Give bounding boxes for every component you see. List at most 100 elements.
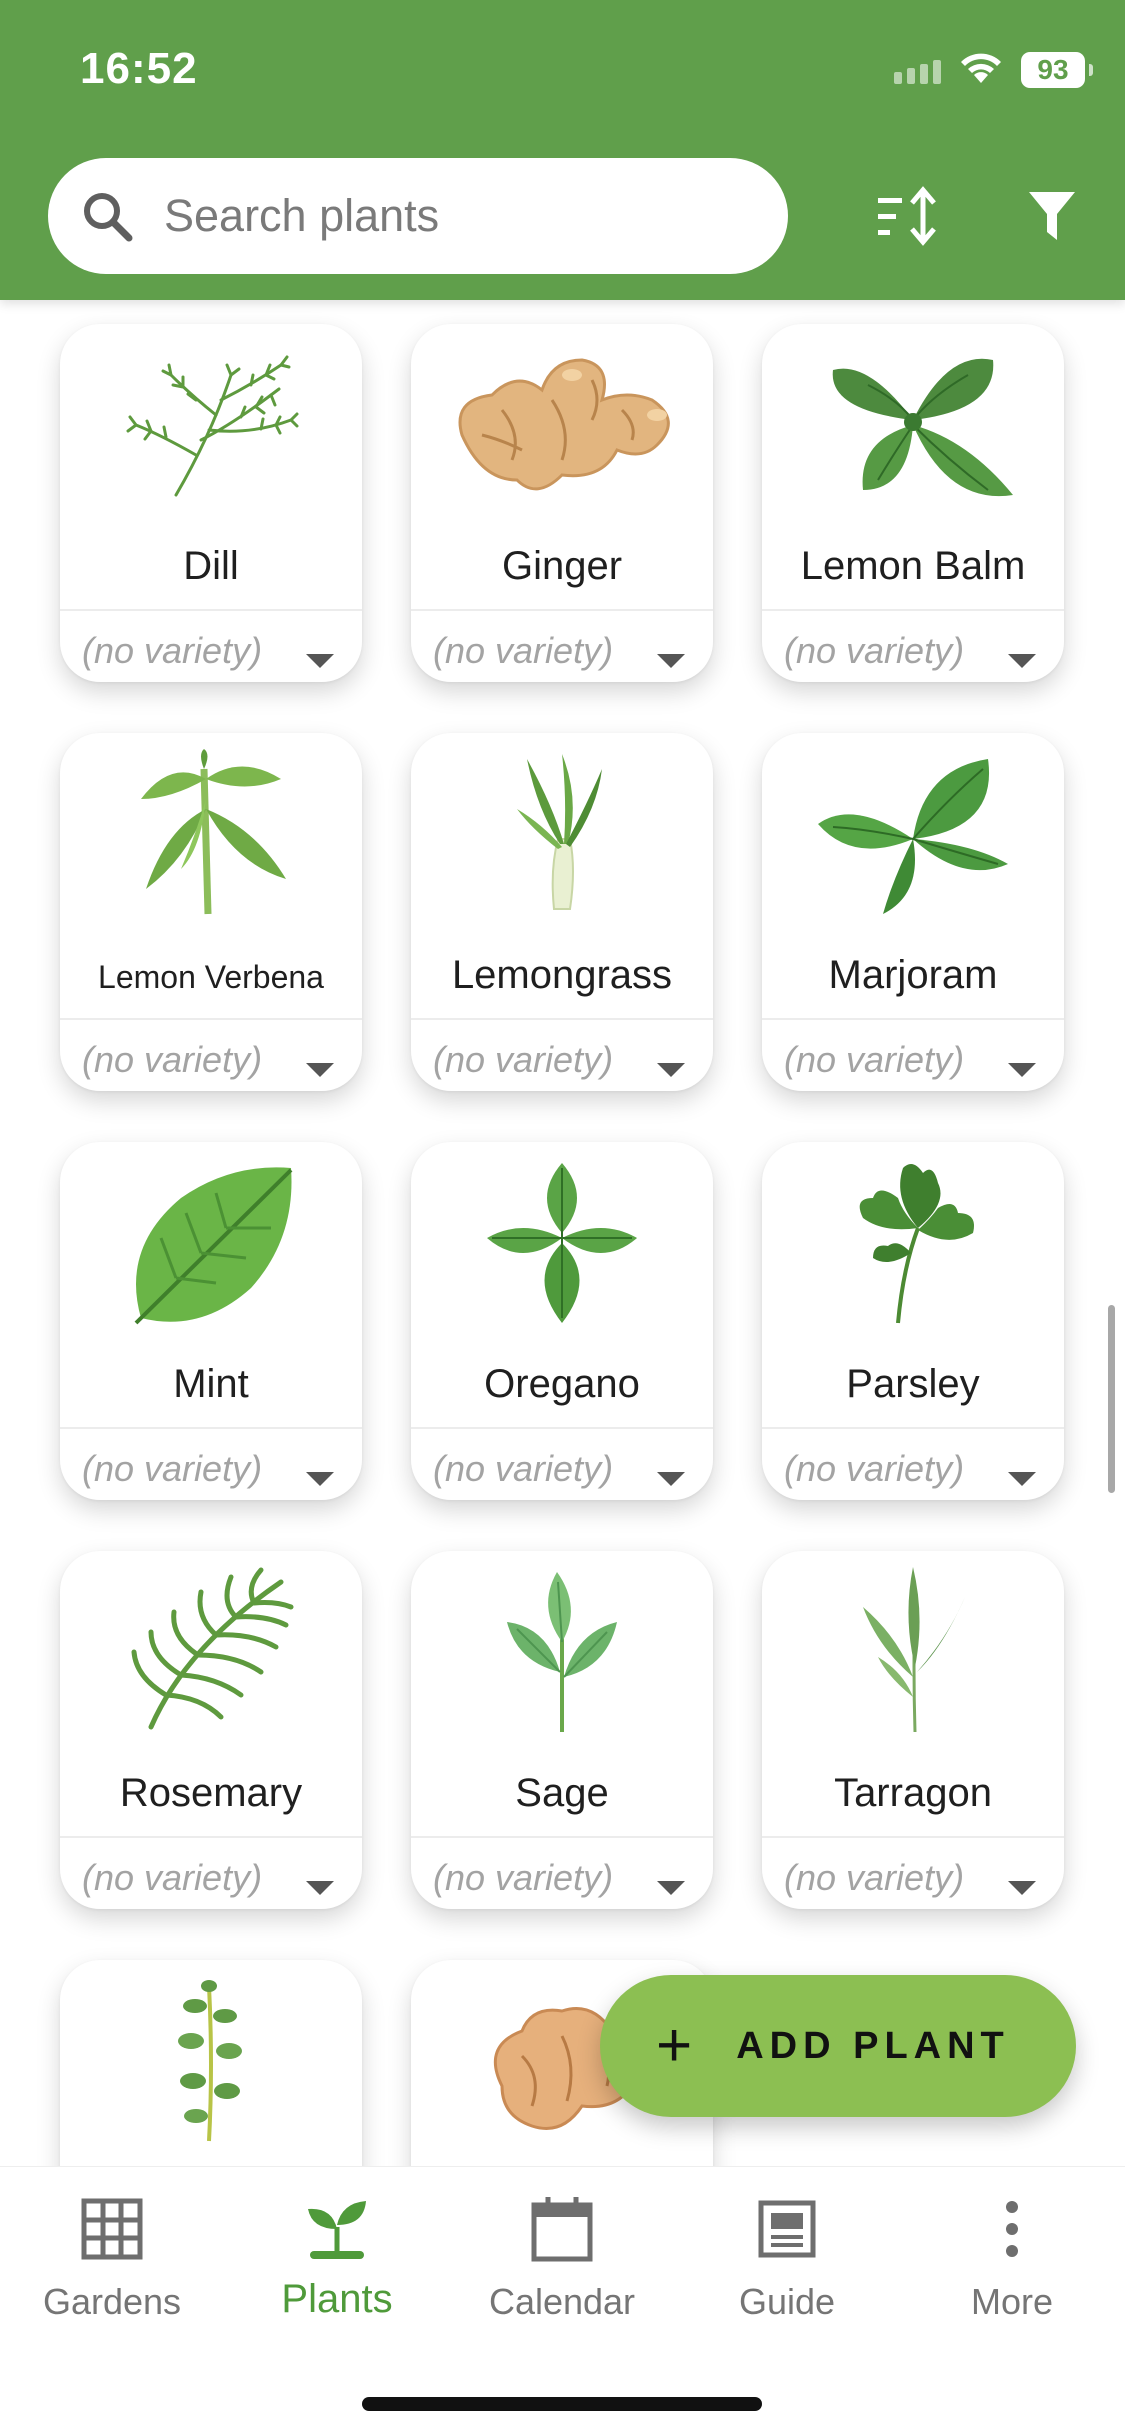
sort-button[interactable]: [862, 170, 954, 262]
nav-label: Calendar: [488, 2281, 636, 2322]
variety-select[interactable]: (no variety): [82, 1039, 262, 1081]
add-plant-label: ADD PLANT: [736, 2024, 1010, 2067]
lemon-balm-icon: [762, 336, 1064, 514]
dropdown-caret-icon[interactable]: [657, 1881, 685, 1895]
search-input[interactable]: [164, 190, 724, 242]
filter-icon: [1029, 192, 1075, 240]
marjoram-icon: [762, 745, 1064, 923]
scrollbar[interactable]: [1108, 1305, 1115, 1493]
divider: [411, 1427, 713, 1429]
dill-icon: [60, 336, 362, 514]
plant-name: Marjoram: [828, 953, 998, 997]
divider: [762, 1836, 1064, 1838]
search-bar[interactable]: [48, 158, 788, 274]
divider: [762, 1427, 1064, 1429]
dropdown-caret-icon[interactable]: [306, 1063, 334, 1077]
nav-label: Gardens: [42, 2281, 182, 2322]
dropdown-caret-icon[interactable]: [306, 1881, 334, 1895]
divider: [60, 1427, 362, 1429]
variety-select[interactable]: (no variety): [82, 630, 262, 672]
battery-icon: 93: [1021, 52, 1093, 88]
plant-name: Sage: [515, 1771, 609, 1815]
plant-card-rosemary[interactable]: Rosemary (no variety): [60, 1551, 362, 1909]
plant-card-thyme[interactable]: [60, 1960, 362, 2166]
home-indicator[interactable]: [362, 2397, 762, 2411]
mint-icon: [60, 1154, 362, 1332]
plant-card-tarragon[interactable]: Tarragon (no variety): [762, 1551, 1064, 1909]
plant-name: Mint: [173, 1362, 249, 1406]
divider: [411, 1018, 713, 1020]
plant-card-lemongrass[interactable]: Lemongrass (no variety): [411, 733, 713, 1091]
nav-gardens[interactable]: Gardens: [12, 2189, 212, 2323]
plant-name: Lemon Balm: [800, 544, 1026, 588]
guide-icon: [758, 2200, 816, 2258]
variety-select[interactable]: (no variety): [82, 1857, 262, 1899]
thyme-icon: [60, 1972, 362, 2150]
dropdown-caret-icon[interactable]: [1008, 1472, 1036, 1486]
add-plant-button[interactable]: + ADD PLANT: [600, 1975, 1076, 2117]
plant-name: Lemongrass: [451, 953, 673, 997]
divider: [762, 609, 1064, 611]
plant-card-marjoram[interactable]: Marjoram (no variety): [762, 733, 1064, 1091]
divider: [762, 1018, 1064, 1020]
sprout-icon: [308, 2201, 366, 2259]
divider: [411, 1836, 713, 1838]
filter-button[interactable]: [1006, 170, 1098, 262]
bottom-navigation: Gardens Plants Calendar Guide More: [0, 2166, 1125, 2436]
search-icon: [84, 193, 133, 242]
divider: [411, 609, 713, 611]
dropdown-caret-icon[interactable]: [306, 654, 334, 668]
rosemary-icon: [60, 1563, 362, 1741]
nav-more[interactable]: More: [912, 2189, 1112, 2323]
plant-card-parsley[interactable]: Parsley (no variety): [762, 1142, 1064, 1500]
plant-card-ginger[interactable]: Ginger (no variety): [411, 324, 713, 682]
nav-label: Plants: [281, 2277, 393, 2321]
dropdown-caret-icon[interactable]: [1008, 1881, 1036, 1895]
cellular-signal-icon: [894, 56, 941, 84]
nav-calendar[interactable]: Calendar: [462, 2189, 662, 2323]
status-indicators: 93: [894, 50, 1093, 90]
divider: [60, 609, 362, 611]
variety-select[interactable]: (no variety): [433, 1039, 613, 1081]
plant-name: Tarragon: [834, 1771, 992, 1815]
ginger-icon: [411, 336, 713, 514]
plant-card-lemon-balm[interactable]: Lemon Balm (no variety): [762, 324, 1064, 682]
parsley-icon: [762, 1154, 1064, 1332]
variety-select[interactable]: (no variety): [784, 630, 964, 672]
variety-select[interactable]: (no variety): [784, 1039, 964, 1081]
plus-icon: +: [656, 2011, 693, 2080]
variety-select[interactable]: (no variety): [433, 630, 613, 672]
plant-name: Ginger: [501, 544, 623, 588]
app-header: 16:52 93: [0, 0, 1125, 300]
plant-name: Dill: [183, 544, 239, 588]
divider: [60, 1018, 362, 1020]
plant-grid: Dill (no variety) Ginger (no variety) Le…: [0, 300, 1125, 2166]
variety-select[interactable]: (no variety): [82, 1448, 262, 1490]
grid-icon: [81, 2198, 143, 2260]
lemongrass-icon: [411, 745, 713, 923]
nav-guide[interactable]: Guide: [687, 2189, 887, 2323]
plant-name: Parsley: [846, 1362, 980, 1406]
variety-select[interactable]: (no variety): [784, 1857, 964, 1899]
more-vertical-icon: [1006, 2201, 1018, 2257]
dropdown-caret-icon[interactable]: [657, 654, 685, 668]
wifi-icon: [961, 53, 1001, 83]
plant-card-dill[interactable]: Dill (no variety): [60, 324, 362, 682]
plant-name: Oregano: [484, 1362, 640, 1406]
plant-card-oregano[interactable]: Oregano (no variety): [411, 1142, 713, 1500]
sort-icon: [878, 186, 936, 246]
dropdown-caret-icon[interactable]: [1008, 654, 1036, 668]
plant-card-lemon-verbena[interactable]: Lemon Verbena (no variety): [60, 733, 362, 1091]
nav-plants[interactable]: Plants: [237, 2189, 437, 2322]
dropdown-caret-icon[interactable]: [306, 1472, 334, 1486]
plant-card-sage[interactable]: Sage (no variety): [411, 1551, 713, 1909]
variety-select[interactable]: (no variety): [433, 1448, 613, 1490]
dropdown-caret-icon[interactable]: [657, 1063, 685, 1077]
tarragon-icon: [762, 1563, 1064, 1741]
plant-card-mint[interactable]: Mint (no variety): [60, 1142, 362, 1500]
sage-icon: [411, 1563, 713, 1741]
dropdown-caret-icon[interactable]: [1008, 1063, 1036, 1077]
variety-select[interactable]: (no variety): [784, 1448, 964, 1490]
variety-select[interactable]: (no variety): [433, 1857, 613, 1899]
dropdown-caret-icon[interactable]: [657, 1472, 685, 1486]
